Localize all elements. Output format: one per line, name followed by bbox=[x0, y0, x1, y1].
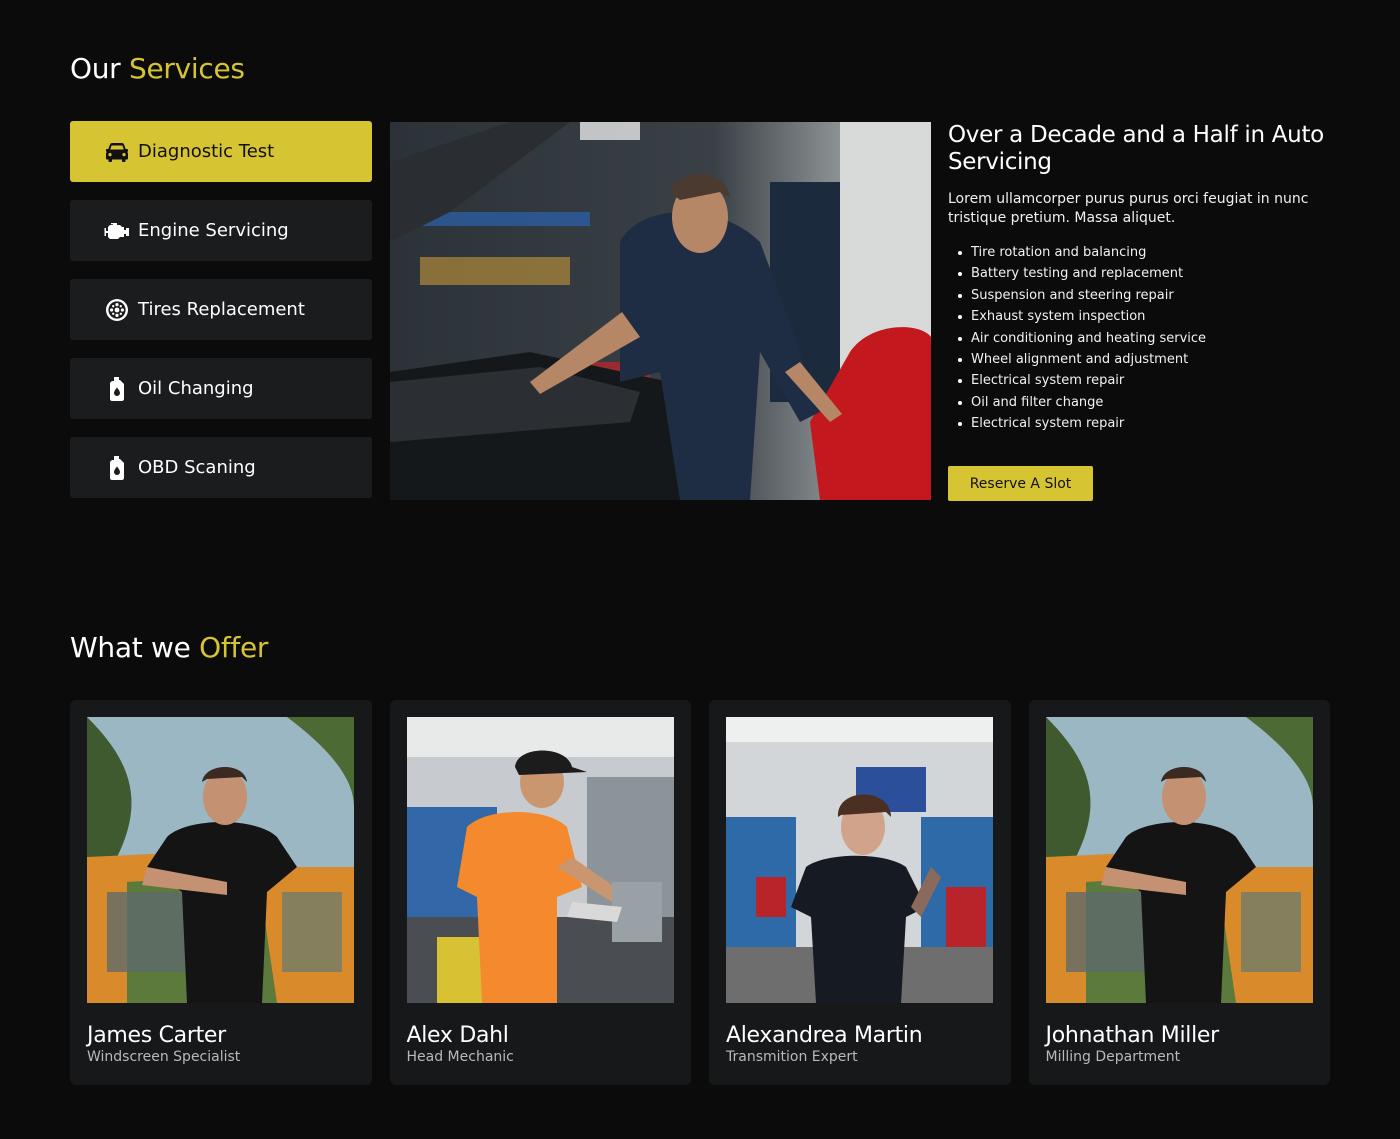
service-item-obd-scaning[interactable]: OBD Scaning bbox=[70, 437, 372, 498]
team-card[interactable]: Alex Dahl Head Mechanic bbox=[389, 700, 691, 1085]
service-item-diagnostic-test[interactable]: Diagnostic Test bbox=[70, 121, 372, 182]
member-role: Head Mechanic bbox=[406, 1049, 514, 1065]
member-role: Milling Department bbox=[1045, 1049, 1181, 1065]
oil-can-icon bbox=[104, 376, 130, 401]
services-title-plain: Our bbox=[70, 52, 121, 85]
team-card[interactable]: James Carter Windscreen Specialist bbox=[70, 700, 372, 1085]
list-item: Exhaust system inspection bbox=[958, 306, 1338, 327]
list-item: Battery testing and replacement bbox=[958, 263, 1338, 284]
team-grid: James Carter Windscreen Specialist Alex … bbox=[70, 700, 1330, 1085]
member-name: Alexandrea Martin bbox=[726, 1023, 923, 1048]
list-item: Suspension and steering repair bbox=[958, 285, 1338, 306]
team-card[interactable]: Alexandrea Martin Transmition Expert bbox=[709, 700, 1011, 1085]
tire-icon bbox=[104, 298, 130, 322]
list-item: Tire rotation and balancing bbox=[958, 242, 1338, 263]
member-name: Johnathan Miller bbox=[1045, 1023, 1220, 1048]
list-item: Electrical system repair bbox=[958, 370, 1338, 391]
offer-title-accent: Offer bbox=[199, 631, 269, 664]
offer-section-title: What we Offer bbox=[70, 631, 268, 664]
list-item: Air conditioning and heating service bbox=[958, 328, 1338, 349]
reserve-slot-button[interactable]: Reserve A Slot bbox=[948, 466, 1093, 501]
member-name: James Carter bbox=[87, 1023, 226, 1048]
list-item: Wheel alignment and adjustment bbox=[958, 349, 1338, 370]
oil-can-icon bbox=[104, 455, 130, 480]
detail-heading: Over a Decade and a Half in Auto Servici… bbox=[948, 122, 1324, 175]
service-menu: Diagnostic Test Engine Servicing Tires R… bbox=[70, 121, 372, 516]
team-member-photo bbox=[87, 717, 354, 1003]
service-item-engine-servicing[interactable]: Engine Servicing bbox=[70, 200, 372, 261]
offer-title-plain: What we bbox=[70, 631, 191, 664]
team-member-photo bbox=[726, 717, 993, 1003]
service-item-tires-replacement[interactable]: Tires Replacement bbox=[70, 279, 372, 340]
list-item: Oil and filter change bbox=[958, 392, 1338, 413]
service-item-label: Diagnostic Test bbox=[138, 141, 275, 162]
list-item: Electrical system repair bbox=[958, 413, 1338, 434]
service-detail: Over a Decade and a Half in Auto Servici… bbox=[948, 122, 1338, 435]
feature-list: Tire rotation and balancing Battery test… bbox=[948, 242, 1338, 435]
engine-icon bbox=[104, 219, 130, 243]
service-item-label: Oil Changing bbox=[138, 378, 254, 399]
member-name: Alex Dahl bbox=[406, 1023, 509, 1048]
service-item-oil-changing[interactable]: Oil Changing bbox=[70, 358, 372, 419]
detail-description: Lorem ullamcorper purus purus orci feugi… bbox=[948, 191, 1309, 226]
team-member-photo bbox=[1045, 717, 1313, 1003]
service-item-label: Tires Replacement bbox=[138, 299, 305, 320]
team-member-photo bbox=[406, 717, 674, 1003]
services-title-accent: Services bbox=[129, 52, 245, 85]
member-role: Transmition Expert bbox=[726, 1049, 858, 1065]
member-role: Windscreen Specialist bbox=[87, 1049, 241, 1065]
service-item-label: Engine Servicing bbox=[138, 220, 289, 241]
team-card[interactable]: Johnathan Miller Milling Department bbox=[1028, 700, 1330, 1085]
mechanic-at-work-photo bbox=[390, 122, 931, 500]
services-section-title: Our Services bbox=[70, 52, 245, 85]
car-icon bbox=[104, 140, 130, 164]
service-item-label: OBD Scaning bbox=[138, 457, 256, 478]
